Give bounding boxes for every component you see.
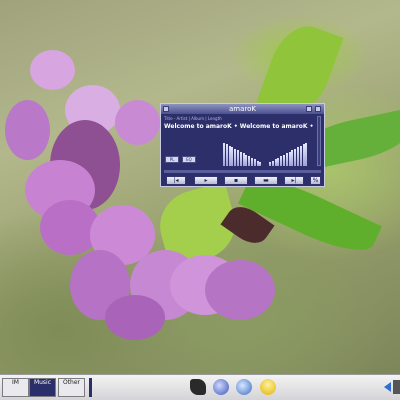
analyzer-bar (299, 145, 302, 166)
analyzer-bar (223, 143, 225, 166)
player-scrollbar[interactable] (317, 116, 321, 166)
playlist-header: Title - Artist | Album | Length (164, 116, 222, 121)
analyzer-bar (283, 154, 285, 166)
analyzer-bar (248, 156, 251, 166)
flower-petal (30, 50, 75, 90)
analyzer-bar (251, 157, 253, 166)
pause-button[interactable]: ▪ (224, 176, 248, 185)
analyzer-bar (245, 154, 248, 166)
tray-icon[interactable] (393, 380, 400, 394)
analyzer-bar (225, 144, 228, 166)
analyzer-bar (256, 160, 259, 166)
stop-button[interactable]: ▬ (254, 176, 278, 185)
analyzer-bar (242, 153, 245, 166)
previous-button[interactable]: |◂ (166, 176, 186, 185)
analyzer-bar (291, 150, 294, 166)
analyzer-bar (228, 145, 231, 166)
taskbar: IM Music Other (0, 374, 400, 400)
analyzer-bar (305, 143, 308, 166)
analyzer-bar (271, 160, 274, 166)
player-title: amaroK (229, 105, 256, 113)
flower-petal (205, 260, 275, 320)
now-playing-ticker: Welcome to amaroK • Welcome to amaroK • (164, 123, 314, 130)
analyzer-bar (285, 153, 288, 166)
menu-button[interactable] (163, 106, 169, 112)
desktop-wallpaper (0, 0, 400, 374)
pager-other[interactable]: Other (58, 378, 85, 397)
analyzer-bar (253, 159, 256, 166)
world-icon[interactable] (236, 379, 252, 395)
player-titlebar[interactable]: amaroK (161, 104, 324, 114)
hand-icon[interactable] (190, 379, 206, 395)
pager-im[interactable]: IM (2, 378, 29, 397)
play-button[interactable]: ▸ (194, 176, 218, 185)
analyzer-bar (302, 144, 305, 166)
analyzer-bar (239, 151, 242, 166)
analyzer-bar (234, 148, 237, 166)
minimize-button[interactable] (306, 106, 312, 112)
playlist-toggle-button[interactable]: PL (165, 156, 179, 163)
analyzer-bar (231, 147, 234, 166)
amarok-player-window[interactable]: amaroK Title - Artist | Album | Length W… (160, 103, 325, 187)
flower-petal (5, 100, 50, 160)
track-progress-bar[interactable] (164, 170, 321, 173)
spectrum-analyzer-left (223, 142, 263, 166)
analyzer-bar (269, 162, 271, 166)
flower-petal (115, 100, 160, 145)
task-indicator (89, 378, 92, 397)
analyzer-bar (237, 150, 239, 166)
analyzer-bar (288, 151, 291, 166)
spectrum-analyzer-right (269, 142, 309, 166)
next-button[interactable]: ▸| (284, 176, 304, 185)
flower-petal (105, 295, 165, 340)
close-button[interactable] (315, 106, 321, 112)
arrow-left-icon[interactable] (384, 382, 391, 392)
analyzer-bar (294, 148, 297, 166)
analyzer-bar (277, 157, 280, 166)
pager-music[interactable]: Music (29, 378, 56, 397)
analyzer-bar (297, 147, 299, 166)
analyzer-bar (274, 159, 277, 166)
player-controls: |◂ ▸ ▪ ▬ ▸| % (164, 176, 321, 186)
analyzer-bar (280, 156, 283, 166)
equalizer-toggle-button[interactable]: EQ (182, 156, 196, 163)
time-display[interactable]: % (310, 176, 321, 185)
user-icon[interactable] (260, 379, 276, 395)
analyzer-bar (259, 162, 262, 166)
globe-icon[interactable] (213, 379, 229, 395)
